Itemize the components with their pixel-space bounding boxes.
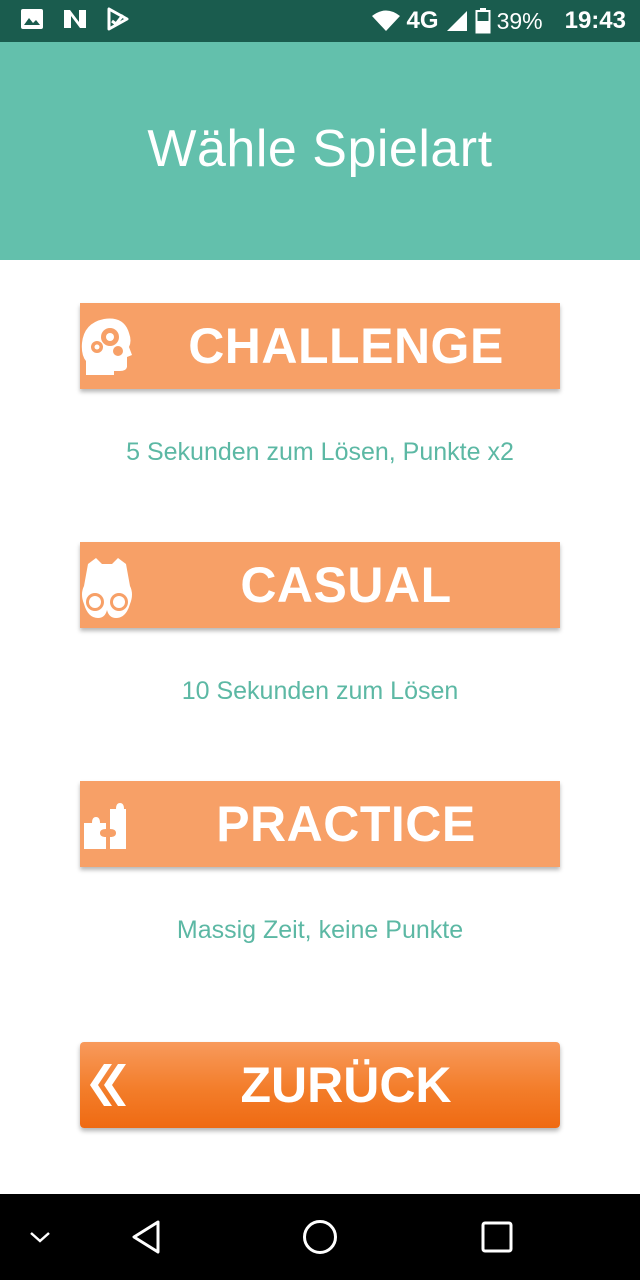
head-gears-icon [81,318,132,375]
notification-icons [20,7,130,31]
status-bar: 4G 39% 19:43 [0,0,640,42]
signal-icon [446,11,467,31]
nav-home-button[interactable] [296,1194,344,1280]
puzzle-icon [84,803,126,849]
system-nav-bar [0,1194,640,1280]
back-triangle-icon [132,1220,160,1254]
n-notification-icon [64,10,86,28]
back-label: ZURÜCK [240,1057,452,1113]
challenge-button[interactable]: CHALLENGE [80,303,560,389]
battery-percent: 39% [496,7,543,34]
home-circle-icon [303,1220,337,1254]
casual-button[interactable]: CASUAL [80,542,560,628]
casual-label: CASUAL [240,557,452,613]
clock: 19:43 [564,7,626,34]
wifi-icon [371,10,400,31]
practice-description: Massig Zeit, keine Punkte [176,916,464,944]
app-header: Wähle Spielart [0,42,640,260]
nav-back-button[interactable] [120,1194,172,1280]
recents-square-icon [481,1221,513,1253]
system-indicators: 4G 39% 19:43 [371,0,626,42]
network-type: 4G [406,7,439,34]
practice-button[interactable]: PRACTICE [80,781,560,867]
page-title: Wähle Spielart [147,120,493,178]
practice-label: PRACTICE [216,796,476,852]
nav-recents-button[interactable] [474,1194,520,1280]
challenge-description: 5 Sekunden zum Lösen, Punkte x2 [126,438,514,466]
challenge-label: CHALLENGE [188,318,504,374]
binoculars-icon [82,558,132,618]
battery-icon [475,8,491,34]
double-chevron-left-icon [90,1064,126,1106]
back-button[interactable]: ZURÜCK [80,1042,560,1128]
casual-description: 10 Sekunden zum Lösen [181,677,459,705]
nav-collapse-button[interactable] [18,1194,62,1280]
chevron-down-icon [30,1232,50,1243]
play-store-icon [107,7,129,31]
image-icon [21,9,43,29]
